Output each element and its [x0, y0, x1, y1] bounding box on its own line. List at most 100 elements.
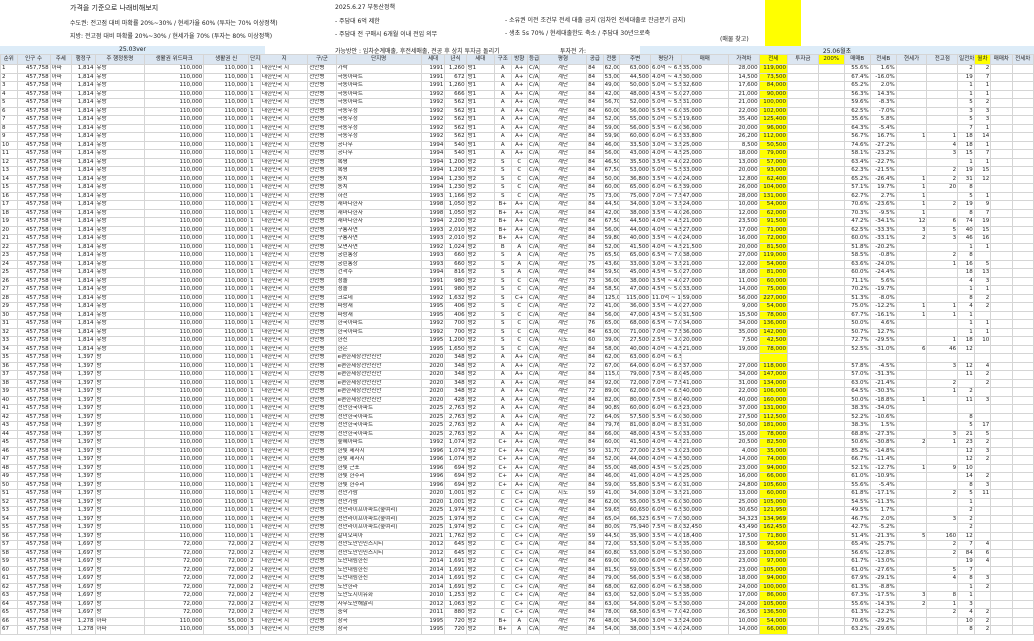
table-cell[interactable]: 84 — [586, 81, 604, 91]
table-cell[interactable]: 457,758 — [16, 438, 51, 448]
table-cell[interactable]: 19 — [957, 200, 975, 210]
table-cell[interactable]: 52.2% — [843, 412, 871, 422]
table-cell[interactable]: 대한민국 시 — [259, 616, 309, 626]
table-cell[interactable]: 110,000 — [203, 191, 250, 201]
table-cell[interactable]: 37,000 — [680, 361, 729, 371]
table-cell[interactable]: 43 — [0, 421, 18, 431]
table-cell[interactable]: B+ — [493, 208, 512, 218]
table-cell[interactable] — [973, 506, 992, 516]
table-cell[interactable] — [817, 387, 845, 397]
table-cell[interactable]: 천안병 — [307, 582, 337, 592]
table-cell[interactable] — [990, 378, 1013, 388]
table-cell[interactable]: 55.6% — [843, 480, 871, 490]
table-cell[interactable]: 2021 — [420, 531, 446, 541]
table-cell[interactable]: C/A/B/S — [527, 106, 540, 116]
table-cell[interactable]: 65,000 — [619, 251, 651, 261]
table-cell[interactable] — [895, 251, 928, 261]
table-cell[interactable]: 1,814 — [70, 115, 96, 125]
table-cell[interactable] — [990, 438, 1013, 448]
table-cell[interactable]: 1993 — [420, 259, 446, 269]
table-cell[interactable] — [1011, 446, 1034, 456]
table-cell[interactable]: 406 — [444, 310, 467, 320]
table-cell[interactable]: 대한민국 시 — [259, 514, 309, 524]
table-cell[interactable]: 오면자연 — [335, 242, 422, 252]
table-cell[interactable]: 700 — [444, 319, 467, 329]
table-cell[interactable]: 110,000 — [203, 259, 250, 269]
table-cell[interactable]: 10 — [957, 616, 975, 626]
table-cell[interactable]: 10,000 — [727, 200, 760, 210]
table-cell[interactable]: 천안병 — [307, 251, 337, 261]
table-cell[interactable]: A+ — [510, 217, 529, 227]
table-cell[interactable]: 55.6% — [843, 64, 871, 74]
table-cell[interactable]: 3 — [973, 395, 992, 405]
table-cell[interactable] — [787, 429, 819, 439]
table-cell[interactable] — [817, 591, 845, 601]
table-cell[interactable]: 1,814 — [70, 285, 96, 295]
table-cell[interactable] — [787, 557, 819, 567]
table-cell[interactable] — [895, 268, 928, 278]
table-cell[interactable]: 아파 — [49, 421, 72, 431]
table-cell[interactable] — [990, 497, 1013, 507]
table-cell[interactable] — [1011, 506, 1034, 516]
table-cell[interactable]: 12,000 — [727, 208, 760, 218]
table-cell[interactable]: 57.0% — [843, 370, 871, 380]
table-cell[interactable]: 1 — [248, 480, 261, 490]
table-cell[interactable]: S — [493, 268, 512, 278]
table-cell[interactable]: 72,000 — [144, 574, 205, 584]
table-cell[interactable]: 48,000 — [619, 429, 651, 439]
table-cell[interactable]: 1 — [973, 81, 992, 91]
table-cell[interactable]: 아파 — [49, 472, 72, 482]
table-cell[interactable]: 84 — [586, 72, 604, 82]
table-cell[interactable] — [817, 166, 845, 176]
table-cell[interactable]: 아파 — [49, 404, 72, 414]
table-cell[interactable]: 110,000 — [144, 276, 205, 286]
table-cell[interactable]: C/A/B/S — [527, 344, 540, 354]
table-cell[interactable]: 1,397 — [70, 514, 96, 524]
table-cell[interactable]: 73,500 — [758, 72, 789, 82]
table-cell[interactable]: 67,500 — [602, 217, 621, 227]
table-cell[interactable]: 2 — [248, 582, 261, 592]
table-cell[interactable]: 29 — [0, 302, 18, 312]
table-cell[interactable]: 84 — [586, 582, 604, 592]
table-cell[interactable] — [895, 412, 928, 422]
table-cell[interactable] — [1011, 616, 1034, 626]
table-cell[interactable]: C — [493, 591, 512, 601]
table-cell[interactable]: 71,800 — [758, 531, 789, 541]
table-cell[interactable]: 1,397 — [70, 506, 96, 516]
table-cell[interactable]: 105,000 — [758, 565, 789, 575]
table-cell[interactable] — [926, 497, 959, 507]
table-cell[interactable]: 유방 — [94, 191, 146, 201]
table-cell[interactable]: C+ — [493, 455, 512, 465]
table-cell[interactable]: 1 — [248, 123, 261, 133]
table-cell[interactable]: 2 — [926, 174, 959, 184]
table-cell[interactable] — [1011, 455, 1034, 465]
table-cell[interactable]: 천안병 — [307, 531, 337, 541]
table-cell[interactable]: 105,000 — [758, 497, 789, 507]
table-cell[interactable]: 9 — [973, 200, 992, 210]
table-cell[interactable]: A — [493, 361, 512, 371]
table-cell[interactable]: 1,691 — [444, 557, 467, 567]
table-cell[interactable]: -23.2% — [869, 149, 897, 159]
table-cell[interactable]: S — [493, 293, 512, 303]
table-cell[interactable]: 46,000 — [602, 472, 621, 482]
column-header[interactable]: 방향 — [510, 54, 529, 65]
column-header[interactable]: 매매 — [680, 54, 729, 65]
table-cell[interactable]: 7 — [973, 208, 992, 218]
table-cell[interactable]: 4.0억 ~ 4.5억 — [649, 225, 682, 235]
table-cell[interactable]: 4.5억 ~ 5.0억 — [649, 285, 682, 295]
table-cell[interactable]: 35,500 — [619, 157, 651, 167]
table-cell[interactable]: 63,000 — [602, 591, 621, 601]
table-cell[interactable]: 1 — [248, 370, 261, 380]
table-cell[interactable]: 1996 — [420, 472, 446, 482]
table-cell[interactable] — [990, 591, 1013, 601]
table-cell[interactable] — [990, 64, 1013, 74]
table-cell[interactable]: 1,814 — [70, 234, 96, 244]
table-cell[interactable]: 78,000 — [602, 608, 621, 618]
table-cell[interactable]: 1 — [248, 225, 261, 235]
table-cell[interactable]: 33,800 — [680, 132, 729, 142]
table-cell[interactable]: 457,758 — [16, 480, 51, 490]
table-cell[interactable]: 유방 — [94, 149, 146, 159]
table-cell[interactable]: 방 — [94, 361, 146, 371]
table-cell[interactable]: 110,000 — [203, 225, 250, 235]
table-cell[interactable]: 대한민국 시 — [259, 276, 309, 286]
